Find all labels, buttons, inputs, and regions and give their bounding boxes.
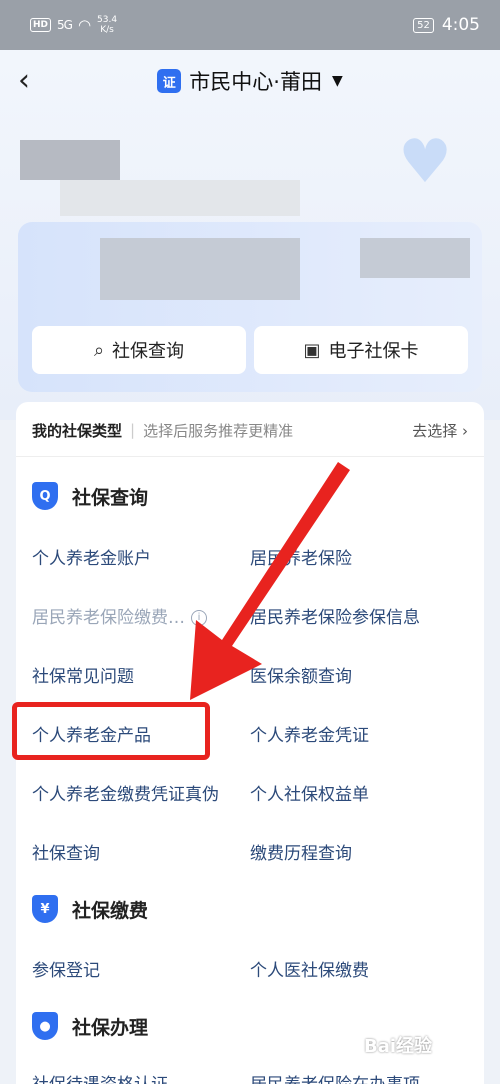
service-item[interactable]: 居民养老保险 xyxy=(250,544,352,569)
blurred-avatar xyxy=(20,140,120,180)
service-item[interactable]: 社保常见问题 xyxy=(32,662,134,687)
battery-icon: 52 xyxy=(413,17,434,33)
blurred-card-info xyxy=(100,238,300,300)
id-card-icon: ▣ xyxy=(303,339,321,361)
section-social-security-handling: ● 社保办理 xyxy=(32,1012,148,1040)
service-item[interactable]: 个人医社保缴费 xyxy=(250,956,369,981)
highlight-box xyxy=(12,702,210,760)
choose-link[interactable]: 去选择 › xyxy=(412,420,468,441)
service-item[interactable]: 参保登记 xyxy=(32,956,100,981)
chevron-left-icon[interactable]: ‹ xyxy=(18,64,46,98)
clock: 4:05 xyxy=(441,15,480,35)
service-item[interactable]: 缴费历程查询 xyxy=(250,839,352,864)
hands-heart-icon: ♥ xyxy=(398,127,452,197)
section-social-security-query: Q 社保查询 xyxy=(32,482,148,510)
service-item[interactable]: 居民养老保险缴费… i xyxy=(32,603,207,628)
type-selector-hint: 选择后服务推荐更精准 xyxy=(143,421,294,440)
service-item[interactable]: 居民养老保险在办事项 xyxy=(250,1070,420,1084)
page-title: 市民中心·莆田 xyxy=(189,70,322,94)
shield-icon: Q xyxy=(32,482,58,510)
info-icon: i xyxy=(191,610,207,626)
caret-down-icon: ▼ xyxy=(331,73,343,89)
social-security-query-button[interactable]: ⌕ 社保查询 xyxy=(32,326,246,374)
hd-badge: HD xyxy=(30,18,52,32)
service-item[interactable]: 医保余额查询 xyxy=(250,662,352,687)
search-icon: ⌕ xyxy=(93,339,105,361)
service-item[interactable]: 个人养老金缴费凭证真伪 xyxy=(32,780,219,805)
service-item[interactable]: 个人养老金账户 xyxy=(32,544,151,569)
section-social-security-payment: ¥ 社保缴费 xyxy=(32,895,148,923)
city-selector[interactable]: 证 市民中心·莆田 ▼ xyxy=(157,66,343,96)
service-item[interactable]: 个人养老金凭证 xyxy=(250,721,369,746)
chevron-right-icon: › xyxy=(462,421,468,440)
electronic-social-card-button[interactable]: ▣ 电子社保卡 xyxy=(254,326,468,374)
watermark: Bai经验 xyxy=(364,1036,433,1057)
blurred-name xyxy=(60,180,300,216)
signal-icon: 5G xyxy=(57,18,73,32)
status-bar: HD 5G ◠ 53.4 K/s 52 4:05 xyxy=(0,0,500,50)
navigation-bar: ‹ 证 市民中心·莆田 ▼ xyxy=(0,50,500,112)
citizen-center-icon: 证 xyxy=(157,69,182,93)
type-selector-title: 我的社保类型 xyxy=(32,421,123,440)
blurred-card-info-right xyxy=(360,238,470,278)
divider xyxy=(16,456,484,457)
person-shield-icon: ● xyxy=(32,1012,58,1040)
service-item[interactable]: 社保查询 xyxy=(32,839,100,864)
network-speed: 53.4 K/s xyxy=(97,15,118,35)
service-item[interactable]: 个人社保权益单 xyxy=(250,780,369,805)
wifi-icon: ◠ xyxy=(77,16,92,34)
insurance-type-selector[interactable]: 我的社保类型 | 选择后服务推荐更精准 去选择 › xyxy=(16,408,484,452)
yen-shield-icon: ¥ xyxy=(32,895,58,923)
service-item[interactable]: 社保待遇资格认证 xyxy=(32,1070,168,1084)
service-item[interactable]: 居民养老保险参保信息 xyxy=(250,603,420,628)
